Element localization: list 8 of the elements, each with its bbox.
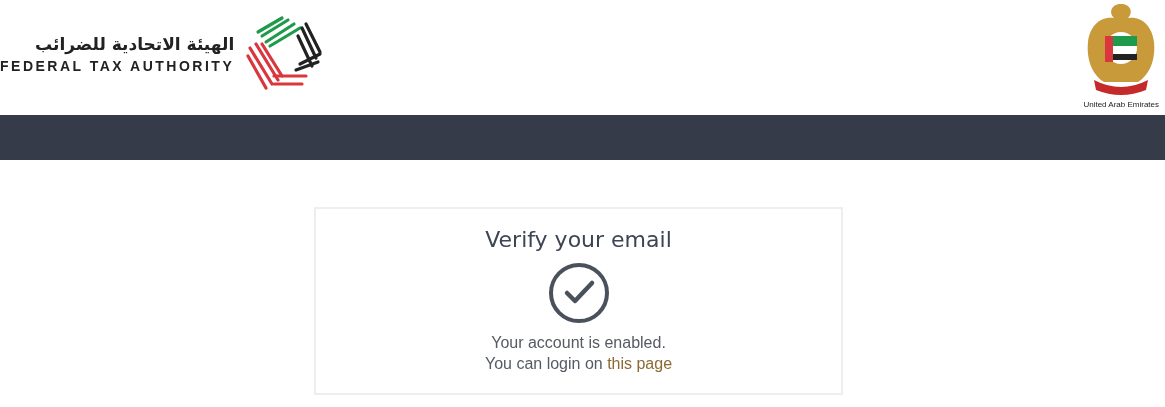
- login-text: You can login on: [484, 355, 603, 372]
- organization-name: FEDERAL TAX AUTHORITY: [0, 58, 235, 74]
- emblem-caption: United Arab Emirates: [1083, 100, 1159, 109]
- organization-name-arabic: الهيئة الاتحادية للضرائب: [35, 34, 235, 54]
- check-circle-icon: [547, 262, 610, 324]
- card-title: Verify your email: [485, 227, 672, 252]
- status-message: Your account is enabled.: [491, 334, 666, 352]
- login-link[interactable]: this page: [607, 355, 673, 372]
